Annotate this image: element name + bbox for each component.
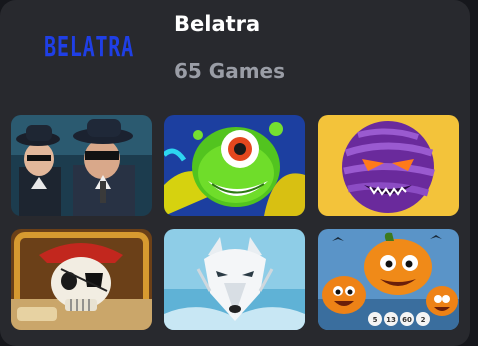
pirate-skull-art	[11, 229, 152, 330]
halloween-pumpkins-art: 5 13 60 2	[318, 229, 459, 330]
purple-mummy-art	[318, 115, 459, 216]
game-tile-mummy[interactable]	[318, 115, 459, 216]
bingo-ball-label: 5	[373, 316, 378, 324]
game-tile-alien[interactable]	[164, 115, 305, 216]
provider-name: Belatra	[174, 12, 261, 36]
belatra-logo: BELATRA	[44, 30, 135, 63]
game-tile-pirate[interactable]	[11, 229, 152, 330]
games-count: 65 Games	[174, 59, 286, 83]
white-wolf-art	[164, 229, 305, 330]
mafia-men-art	[11, 115, 152, 216]
game-tile-pumpkins[interactable]: 5 13 60 2	[318, 229, 459, 330]
bingo-ball-label: 2	[421, 316, 426, 324]
game-tile-wolf[interactable]	[164, 229, 305, 330]
green-alien-art	[164, 115, 305, 216]
provider-card[interactable]: BELATRA Belatra 65 Games 5 13 60 2	[0, 0, 470, 346]
bingo-ball-label: 13	[386, 316, 396, 324]
game-tile-mafia[interactable]	[11, 115, 152, 216]
bingo-ball-label: 60	[402, 316, 412, 324]
